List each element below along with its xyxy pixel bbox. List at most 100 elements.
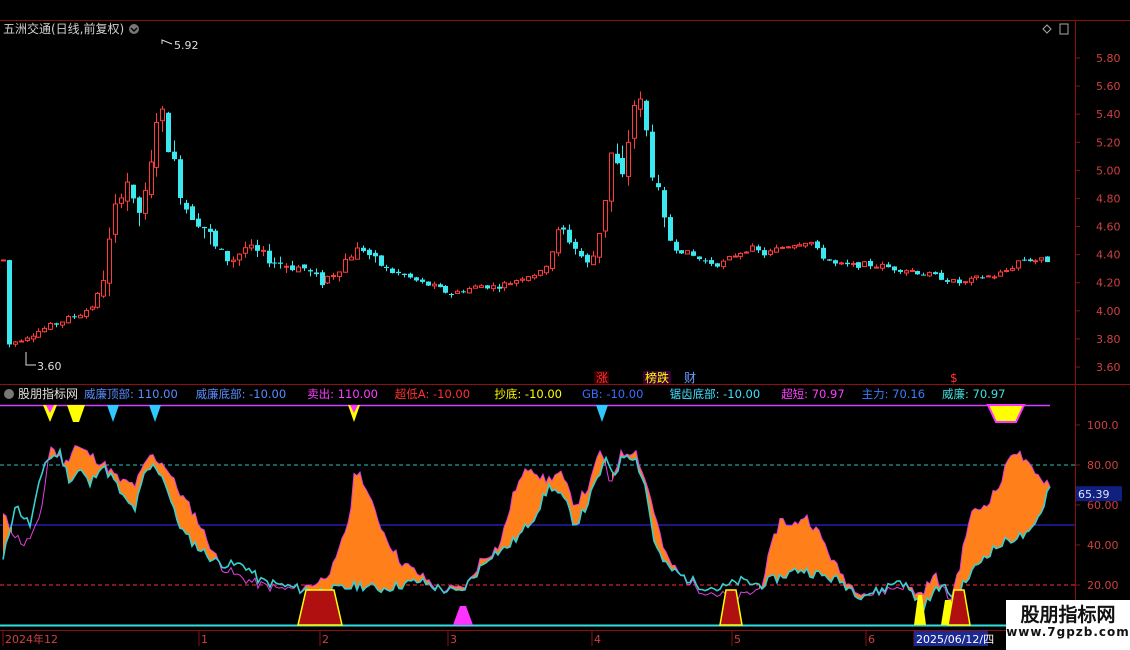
bullish-fill bbox=[354, 473, 357, 590]
bullish-fill bbox=[801, 518, 804, 573]
candle-body bbox=[921, 274, 926, 276]
candle-body bbox=[60, 321, 65, 326]
candle-body bbox=[90, 306, 95, 310]
bullish-fill bbox=[357, 472, 360, 590]
bullish-fill bbox=[375, 509, 378, 591]
candle-body bbox=[443, 285, 448, 293]
candle-body bbox=[390, 268, 395, 273]
ind-tick-label: 100.0 bbox=[1087, 419, 1119, 432]
current-value-label: 65.39 bbox=[1078, 488, 1110, 501]
indicator-title: 股朋指标网 bbox=[18, 386, 78, 401]
candle-body bbox=[556, 229, 561, 254]
candle-body bbox=[709, 260, 714, 264]
time-label: 6 bbox=[868, 633, 875, 646]
bullish-fill bbox=[795, 521, 798, 573]
watermark-logo: 股朋指标网 www.7gpzb.com bbox=[1006, 600, 1130, 650]
candle-body bbox=[980, 277, 985, 279]
candle-body bbox=[267, 250, 272, 264]
candle-body bbox=[856, 262, 861, 268]
candle-body bbox=[579, 251, 584, 257]
candle-body bbox=[1028, 259, 1033, 262]
candle-body bbox=[585, 254, 590, 263]
candle-body bbox=[662, 190, 667, 218]
indicator-value: 锯齿底部: -10.00 bbox=[670, 387, 761, 401]
candle-body bbox=[957, 279, 962, 284]
candle-body bbox=[650, 131, 655, 178]
candle-body bbox=[750, 245, 755, 252]
bullish-fill bbox=[1020, 451, 1023, 539]
candle-body bbox=[219, 248, 224, 250]
bullish-fill bbox=[366, 489, 369, 588]
bullish-fill bbox=[180, 495, 183, 530]
candle-body bbox=[615, 153, 620, 164]
candle-body bbox=[243, 247, 248, 254]
bullish-fill bbox=[1032, 466, 1035, 527]
candle-body bbox=[302, 264, 307, 269]
bullish-fill bbox=[369, 495, 372, 586]
candle-body bbox=[337, 271, 342, 277]
candle-body bbox=[638, 98, 643, 110]
candle-body bbox=[19, 340, 24, 343]
price-tick-label: 4.60 bbox=[1096, 221, 1121, 234]
candle-body bbox=[567, 229, 572, 243]
bullish-fill bbox=[810, 526, 813, 578]
chart-title: 五洲交通(日线,前复权) bbox=[3, 21, 124, 36]
candle-body bbox=[479, 285, 484, 288]
indicator-value: 卖出: 110.00 bbox=[307, 387, 378, 401]
candle-body bbox=[355, 247, 360, 260]
candle-body bbox=[314, 272, 319, 275]
candle-body bbox=[526, 276, 531, 281]
candle-body bbox=[473, 285, 478, 289]
candle-body bbox=[119, 197, 124, 204]
candle-body bbox=[455, 290, 460, 295]
candle-body bbox=[137, 197, 142, 213]
candle-body bbox=[1022, 259, 1027, 261]
candle-body bbox=[538, 269, 543, 276]
time-label: 4 bbox=[594, 633, 601, 646]
candle-body bbox=[721, 260, 726, 268]
candle-body bbox=[278, 262, 283, 264]
candle-body bbox=[927, 272, 932, 277]
candle-body bbox=[78, 314, 83, 319]
price-tick-label: 3.60 bbox=[1096, 361, 1121, 374]
price-tick-label: 5.60 bbox=[1096, 80, 1121, 93]
indicator-value: 主力: 70.16 bbox=[862, 387, 925, 401]
candle-body bbox=[868, 261, 873, 267]
candle-body bbox=[36, 330, 41, 338]
candle-body bbox=[939, 272, 944, 280]
candle-body bbox=[738, 252, 743, 257]
bullish-fill bbox=[531, 469, 534, 524]
stock-chart[interactable]: 5.80 5.60 5.40 5.20 5.00 4.80 4.60 4.40 4.20 4.00… bbox=[0, 0, 1130, 650]
candle-body bbox=[679, 250, 684, 254]
bullish-fill bbox=[363, 484, 366, 591]
event-marker: 财 bbox=[684, 371, 696, 385]
event-marker: 涨 bbox=[596, 370, 608, 385]
candle-body bbox=[84, 309, 89, 318]
bullish-fill bbox=[786, 525, 789, 578]
bullish-fill bbox=[360, 472, 363, 591]
bullish-fill bbox=[381, 529, 384, 593]
candle-body bbox=[467, 287, 472, 294]
bullish-fill bbox=[1005, 459, 1008, 540]
candle-body bbox=[933, 272, 938, 275]
candle-body bbox=[414, 277, 419, 281]
bullish-fill bbox=[201, 528, 204, 552]
candle-body bbox=[143, 189, 148, 214]
candle-body bbox=[361, 247, 366, 252]
candle-body bbox=[715, 263, 720, 267]
candle-body bbox=[815, 241, 820, 249]
candle-body bbox=[969, 277, 974, 283]
price-tick-label: 5.20 bbox=[1096, 136, 1121, 149]
bullish-fill bbox=[519, 476, 522, 535]
candle-body bbox=[160, 108, 165, 122]
candle-body bbox=[379, 255, 384, 266]
candle-body bbox=[426, 281, 431, 286]
indicator-value: 威廉底部: -10.00 bbox=[196, 387, 287, 401]
candle-body bbox=[508, 283, 513, 286]
candle-body bbox=[449, 293, 454, 295]
candle-body bbox=[331, 274, 336, 277]
candle-body bbox=[320, 272, 325, 286]
candle-body bbox=[886, 264, 891, 268]
bullish-fill bbox=[780, 518, 783, 578]
candle-body bbox=[172, 151, 177, 160]
